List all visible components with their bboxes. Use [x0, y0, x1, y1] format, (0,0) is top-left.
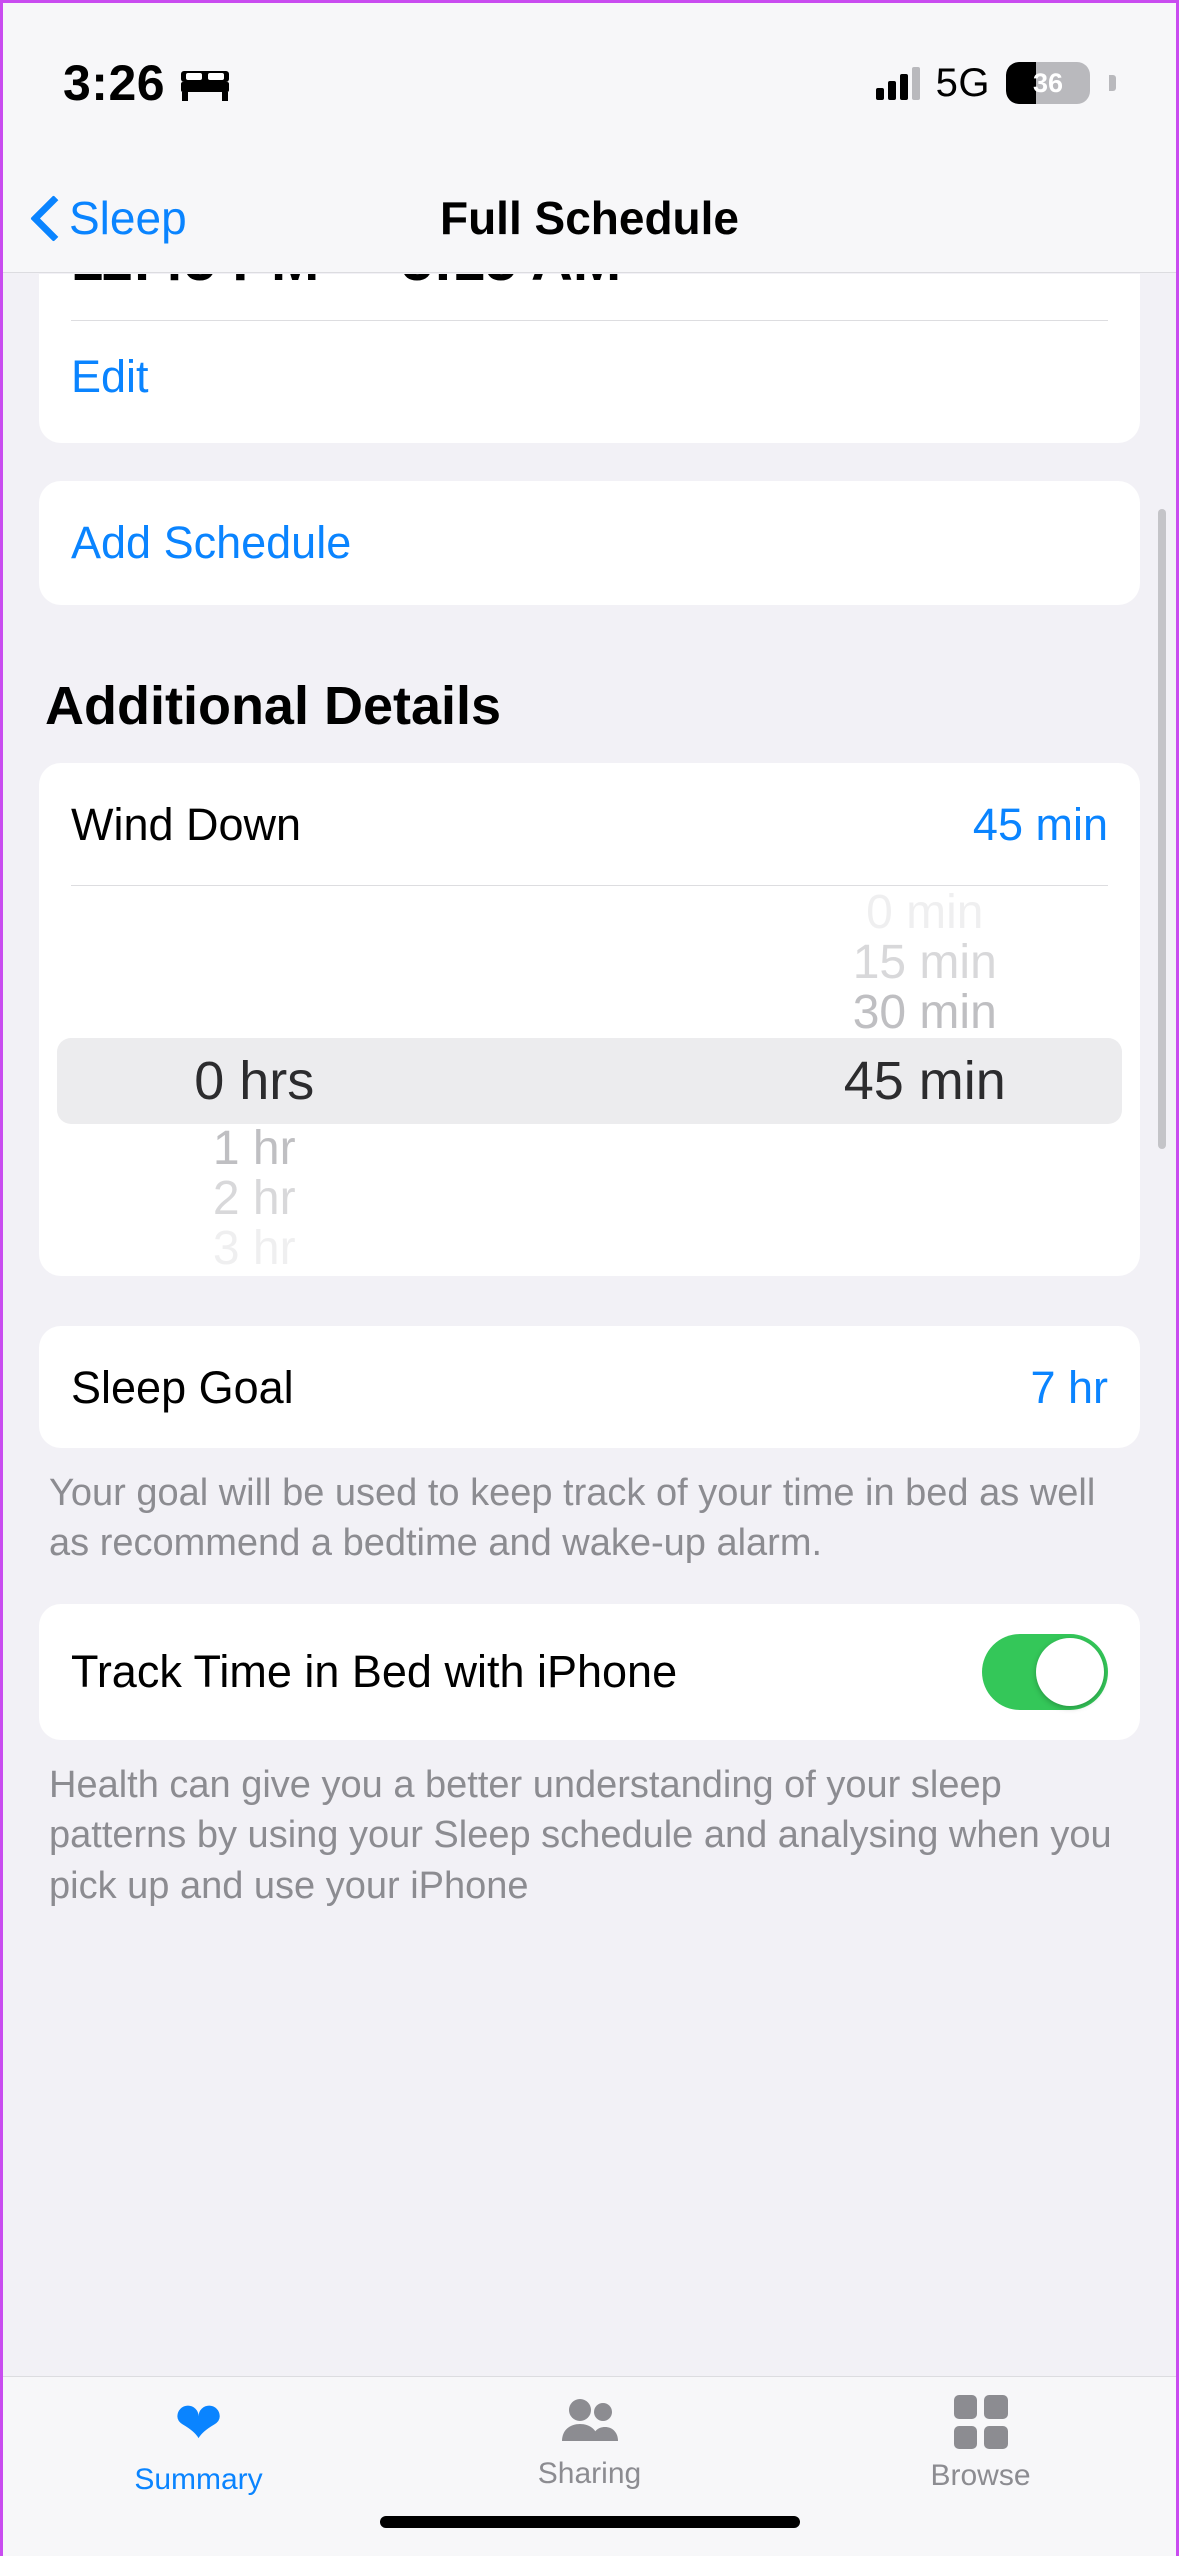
wind-down-value[interactable]: 45 min [973, 799, 1108, 851]
tab-browse[interactable]: Browse [785, 2395, 1176, 2493]
picker-column-hours[interactable]: 0 hrs 1 hr 2 hr 3 hr [39, 886, 590, 1276]
edit-schedule-button[interactable]: Edit [39, 321, 1140, 443]
wind-down-duration-picker[interactable]: 0 hrs 1 hr 2 hr 3 hr 0 min 15 min 30 min… [39, 886, 1140, 1276]
battery-icon: 36 [1006, 62, 1090, 104]
track-time-label: Track Time in Bed with iPhone [71, 1646, 678, 1698]
toggle-knob [1036, 1638, 1104, 1707]
add-schedule-card[interactable]: Add Schedule [39, 481, 1140, 605]
scroll-content[interactable]: 11:45 PM 5:15 AM Edit Add Schedule Addit… [3, 274, 1176, 2556]
sleep-goal-label: Sleep Goal [71, 1362, 294, 1413]
grid-icon [953, 2395, 1008, 2449]
navigation-bar: Sleep Full Schedule [3, 163, 1176, 273]
status-bar-left: 3:26 [63, 54, 231, 112]
vertical-scrollbar[interactable] [1158, 509, 1166, 1149]
sleep-goal-footnote: Your goal will be used to keep track of … [49, 1472, 1096, 1565]
network-type-label: 5G [935, 60, 990, 105]
picker-minutes-selected[interactable]: 45 min [844, 1038, 1006, 1124]
tab-summary-label: Summary [134, 2463, 263, 2496]
people-icon [561, 2399, 618, 2441]
track-time-row[interactable]: Track Time in Bed with iPhone [39, 1604, 1140, 1741]
picker-columns: 0 hrs 1 hr 2 hr 3 hr 0 min 15 min 30 min… [39, 886, 1140, 1276]
tab-bar: ❤ Summary Sharing Browse [3, 2376, 1176, 2556]
picker-hours-selected[interactable]: 0 hrs [194, 1038, 314, 1124]
track-time-toggle[interactable] [982, 1634, 1108, 1711]
battery-percent-label: 36 [1032, 67, 1064, 98]
track-time-footnote: Health can give you a better understandi… [49, 1764, 1112, 1907]
bed-icon [181, 71, 230, 101]
schedule-times-row: 11:45 PM 5:15 AM [39, 274, 1140, 320]
picker-minutes-option[interactable]: 15 min [853, 938, 997, 988]
schedule-card[interactable]: 11:45 PM 5:15 AM Edit [39, 274, 1140, 443]
tab-sharing-label: Sharing [537, 2457, 642, 2490]
picker-hours-option[interactable]: 3 hr [213, 1224, 296, 1274]
sleep-goal-row[interactable]: Sleep Goal 7 hr [39, 1326, 1140, 1448]
bedtime-value: 11:45 PM [71, 274, 401, 290]
tab-sharing[interactable]: Sharing [394, 2395, 785, 2491]
tab-summary[interactable]: ❤ Summary [3, 2395, 394, 2497]
back-button-label: Sleep [69, 191, 187, 244]
back-button[interactable]: Sleep [33, 191, 187, 245]
add-schedule-label: Add Schedule [71, 517, 352, 568]
status-bar-right: 5G 36 [875, 60, 1116, 106]
sleep-goal-value[interactable]: 7 hr [1030, 1362, 1108, 1414]
chevron-left-icon [33, 196, 59, 240]
home-indicator [379, 2516, 800, 2528]
wind-down-row[interactable]: Wind Down 45 min [39, 763, 1140, 885]
picker-minutes-option[interactable]: 0 min [866, 888, 983, 938]
battery-cap [1109, 75, 1116, 91]
picker-hours-option[interactable]: 1 hr [213, 1124, 296, 1174]
picker-column-minutes[interactable]: 0 min 15 min 30 min 45 min [590, 886, 1141, 1276]
status-time: 3:26 [63, 55, 166, 111]
tab-browse-label: Browse [930, 2459, 1031, 2492]
wake-time-value: 5:15 AM [401, 274, 621, 290]
cellular-signal-icon [875, 66, 920, 100]
heart-icon: ❤ [174, 2391, 223, 2456]
picker-hours-option[interactable]: 2 hr [213, 1174, 296, 1224]
wind-down-card[interactable]: Wind Down 45 min 0 hrs 1 hr 2 hr 3 hr 0 … [39, 763, 1140, 1276]
wind-down-label: Wind Down [71, 799, 302, 850]
picker-minutes-option[interactable]: 30 min [853, 988, 997, 1038]
additional-details-heading: Additional Details [45, 676, 502, 736]
iphone-screen: 3:26 5G 36 Sleep Full Schedule Edit Add … [0, 0, 1179, 2556]
status-bar: 3:26 5G 36 [3, 3, 1176, 163]
